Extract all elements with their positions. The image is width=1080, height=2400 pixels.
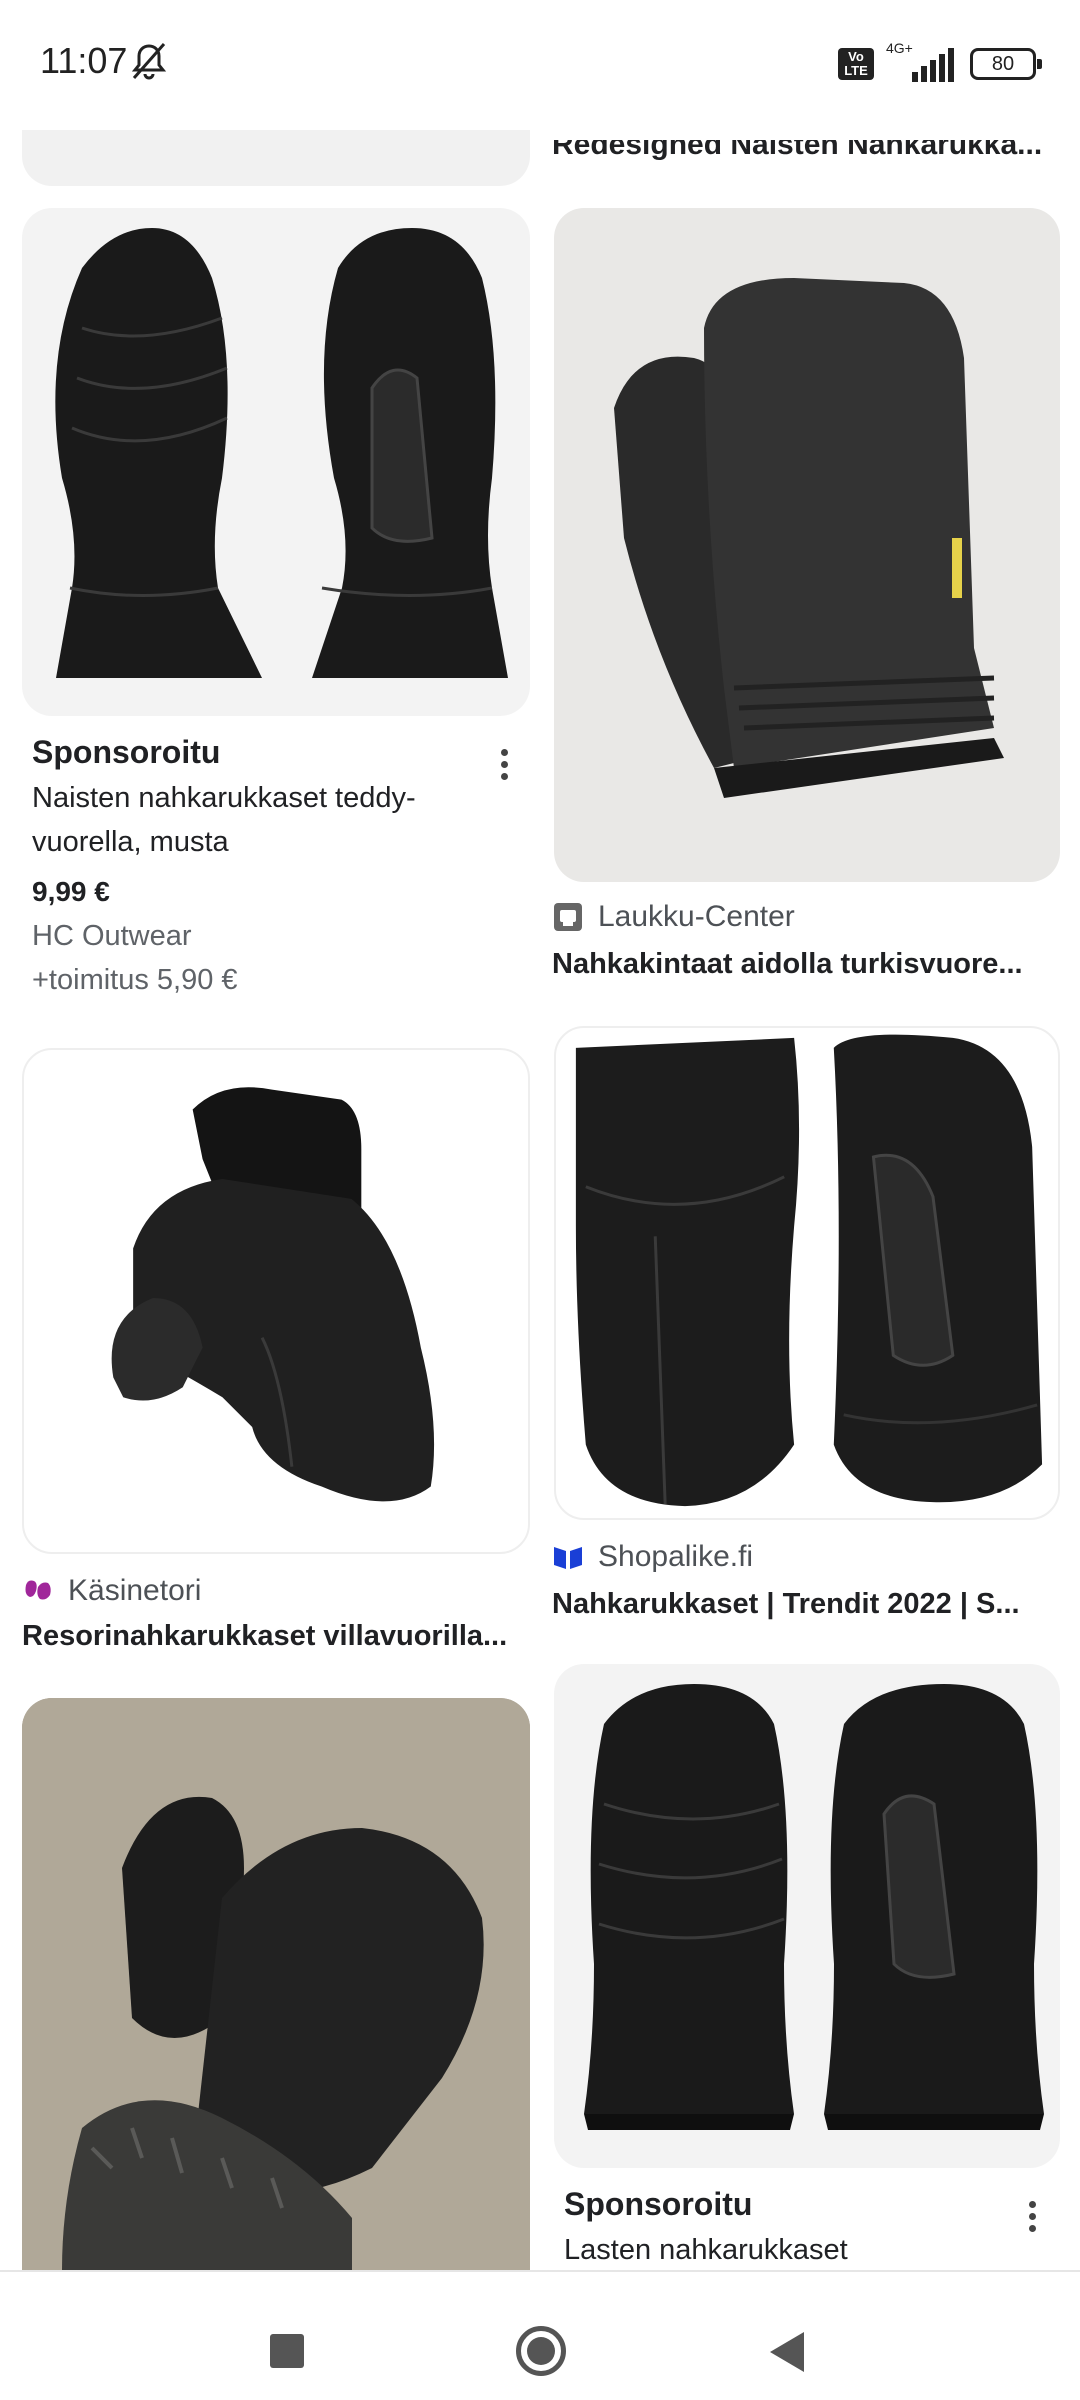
status-bar: 11:07 Vo LTE 4G+ 80 — [0, 0, 1080, 130]
previous-card-right-title[interactable]: Redesigned Naisten Nahkarukka... — [552, 140, 1052, 168]
mittens-favicon-icon — [25, 1580, 51, 1600]
store-favicon-icon — [554, 903, 582, 931]
shipping-cost: +toimitus 5,90 € — [32, 964, 238, 996]
status-time: 11:07 — [40, 40, 128, 81]
signal-icon: 4G+ — [886, 40, 958, 84]
product-image-1[interactable] — [22, 208, 530, 716]
source-name: Laukku-Center — [598, 900, 795, 933]
more-options-button[interactable] — [1014, 2192, 1050, 2240]
source-laukku-center[interactable]: Laukku-Center — [552, 900, 795, 934]
product-title[interactable]: Nahkakintaat aidolla turkisvuore... — [552, 948, 1052, 981]
sponsored-label: Sponsoroitu — [564, 2186, 753, 2222]
product-title[interactable]: Lasten nahkarukkaset — [564, 2234, 848, 2267]
product-title-line1[interactable]: Naisten nahkarukkaset teddy- — [32, 782, 416, 815]
seller-name: HC Outwear — [32, 920, 192, 952]
more-options-button[interactable] — [486, 740, 522, 788]
product-image-6[interactable] — [554, 1664, 1060, 2168]
status-indicators: Vo LTE 4G+ 80 — [838, 40, 1042, 84]
recents-button[interactable] — [270, 2334, 304, 2368]
volte-icon: Vo LTE — [838, 48, 874, 80]
home-button[interactable] — [516, 2326, 566, 2376]
system-navigation-bar — [0, 2270, 1080, 2400]
product-price: 9,99 € — [32, 876, 110, 907]
source-shopalike[interactable]: Shopalike.fi — [552, 1540, 753, 1574]
bell-off-icon — [131, 43, 167, 80]
source-name: Käsinetori — [68, 1574, 202, 1607]
source-name: Shopalike.fi — [598, 1540, 754, 1573]
shopalike-favicon-icon — [554, 1547, 582, 1569]
sponsored-label: Sponsoroitu — [32, 734, 221, 770]
source-kasinetori[interactable]: Käsinetori — [22, 1574, 201, 1608]
product-image-3[interactable] — [22, 1048, 530, 1554]
back-button[interactable] — [770, 2332, 804, 2372]
product-image-4[interactable] — [554, 1026, 1060, 1520]
product-image-2[interactable] — [554, 208, 1060, 882]
product-title[interactable]: Resorinahkarukkaset villavuorilla... — [22, 1620, 522, 1653]
product-image-5[interactable] — [22, 1698, 530, 2270]
product-title[interactable]: Nahkarukkaset | Trendit 2022 | S... — [552, 1588, 1052, 1621]
network-type-label: 4G+ — [886, 40, 913, 56]
product-title-line2[interactable]: vuorella, musta — [32, 826, 229, 859]
battery-icon: 80 — [970, 48, 1042, 80]
